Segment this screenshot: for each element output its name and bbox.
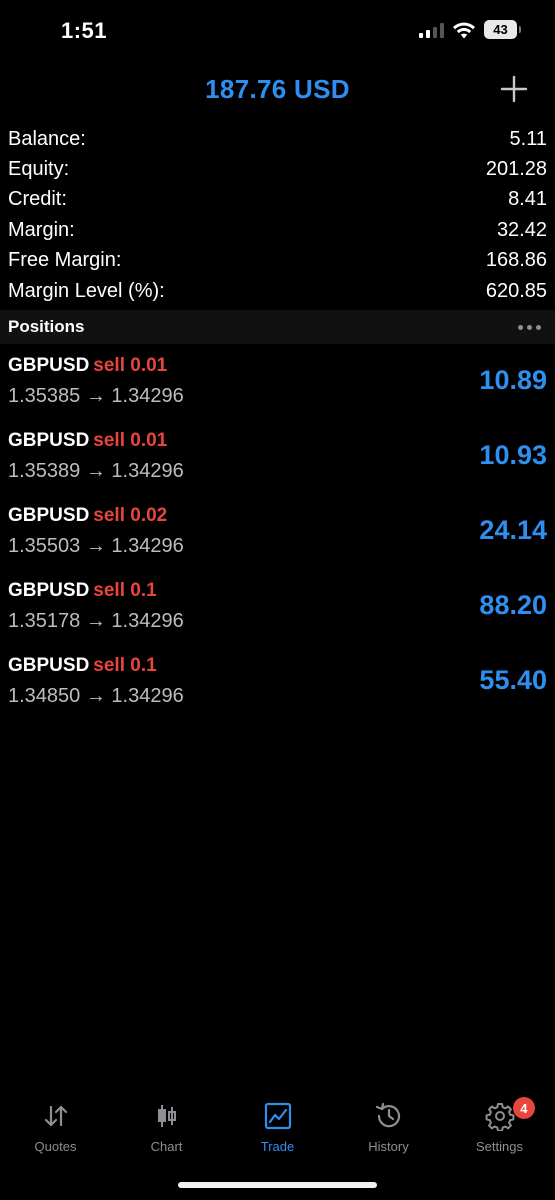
status-bar: 1:51 43 [0, 0, 555, 62]
position-symbol: GBPUSD [8, 505, 90, 526]
position-profit: 88.20 [479, 590, 547, 620]
position-row[interactable]: GBPUSD sell 0.02 1.35503 → 1.34296 24.14 [0, 495, 555, 570]
tab-label: Chart [150, 1139, 183, 1154]
cellular-signal-icon [419, 22, 444, 38]
summary-row-balance: Balance: 5.11 [0, 124, 555, 154]
positions-section-header: Positions [0, 310, 555, 344]
position-profit: 10.89 [479, 365, 547, 395]
account-amount: 187.76 USD [205, 74, 350, 104]
summary-label: Margin: [8, 218, 75, 241]
position-symbol: GBPUSD [8, 580, 90, 601]
summary-row-margin: Margin: 32.42 [0, 215, 555, 245]
position-prices: 1.34850 → 1.34296 [8, 685, 184, 707]
position-symbol: GBPUSD [8, 355, 90, 376]
tab-settings[interactable]: 4 Settings [444, 1095, 555, 1165]
more-options-icon[interactable] [518, 324, 541, 330]
position-row[interactable]: GBPUSD sell 0.01 1.35389 → 1.34296 10.93 [0, 420, 555, 495]
trade-screen: 1:51 43 187.76 USD Balance: 5.11 Equity:… [0, 0, 555, 1200]
summary-value: 5.11 [509, 127, 547, 150]
history-icon [375, 1102, 400, 1128]
summary-label: Credit: [8, 188, 67, 211]
position-symbol: GBPUSD [8, 655, 90, 676]
summary-row-credit: Credit: 8.41 [0, 185, 555, 215]
tab-trade[interactable]: Trade [222, 1095, 333, 1165]
account-summary: Balance: 5.11 Equity: 201.28 Credit: 8.4… [0, 124, 555, 306]
battery-icon: 43 [484, 20, 521, 39]
position-side: sell 0.1 [93, 655, 157, 676]
position-side: sell 0.1 [93, 580, 157, 601]
notification-badge: 4 [512, 1097, 535, 1119]
tab-bar: Quotes Chart Trade History 4 Settings [0, 1095, 555, 1165]
tab-label: Quotes [34, 1139, 77, 1154]
summary-value: 8.41 [508, 188, 547, 211]
position-title: GBPUSD sell 0.1 [8, 655, 157, 677]
position-title: GBPUSD sell 0.02 [8, 505, 167, 527]
position-title: GBPUSD sell 0.1 [8, 580, 157, 602]
summary-value: 32.42 [496, 218, 547, 241]
summary-label: Free Margin: [8, 249, 122, 272]
position-profit: 24.14 [479, 515, 547, 545]
position-prices: 1.35389 → 1.34296 [8, 460, 184, 482]
summary-label: Margin Level (%): [8, 279, 165, 302]
home-indicator [178, 1182, 377, 1188]
quotes-icon [44, 1105, 67, 1127]
summary-row-margin-level: Margin Level (%): 620.85 [0, 276, 555, 306]
tab-label: Trade [260, 1139, 295, 1154]
summary-row-equity: Equity: 201.28 [0, 154, 555, 184]
summary-value: 620.85 [485, 279, 547, 302]
summary-label: Balance: [8, 127, 86, 150]
position-row[interactable]: GBPUSD sell 0.01 1.35385 → 1.34296 10.89 [0, 345, 555, 420]
trade-icon [264, 1102, 291, 1130]
positions-title: Positions [8, 317, 85, 336]
status-icons: 43 [419, 20, 521, 39]
tab-chart[interactable]: Chart [111, 1095, 222, 1165]
tab-history[interactable]: History [333, 1095, 444, 1165]
position-side: sell 0.01 [93, 355, 168, 376]
position-prices: 1.35503 → 1.34296 [8, 535, 184, 557]
status-time: 1:51 [61, 18, 108, 43]
position-side: sell 0.02 [93, 505, 168, 526]
position-row[interactable]: GBPUSD sell 0.1 1.35178 → 1.34296 88.20 [0, 570, 555, 645]
position-row[interactable]: GBPUSD sell 0.1 1.34850 → 1.34296 55.40 [0, 645, 555, 720]
positions-list: GBPUSD sell 0.01 1.35385 → 1.34296 10.89 … [0, 345, 555, 720]
chart-icon [157, 1105, 176, 1127]
position-side: sell 0.01 [93, 430, 168, 451]
position-prices: 1.35178 → 1.34296 [8, 610, 184, 632]
position-title: GBPUSD sell 0.01 [8, 355, 167, 377]
summary-label: Equity: [8, 158, 70, 181]
wifi-icon [453, 22, 475, 38]
position-title: GBPUSD sell 0.01 [8, 430, 167, 452]
position-symbol: GBPUSD [8, 430, 90, 451]
settings-icon [485, 1103, 514, 1131]
position-profit: 55.40 [479, 665, 547, 695]
position-prices: 1.35385 → 1.34296 [8, 385, 184, 407]
position-profit: 10.93 [479, 440, 547, 470]
tab-quotes[interactable]: Quotes [0, 1095, 111, 1165]
battery-level: 43 [493, 22, 508, 37]
summary-value: 201.28 [485, 158, 547, 181]
tab-label: Settings [476, 1139, 523, 1154]
summary-row-free-margin: Free Margin: 168.86 [0, 246, 555, 276]
add-button[interactable] [499, 74, 529, 104]
summary-value: 168.86 [485, 249, 547, 272]
tab-label: History [368, 1139, 409, 1154]
